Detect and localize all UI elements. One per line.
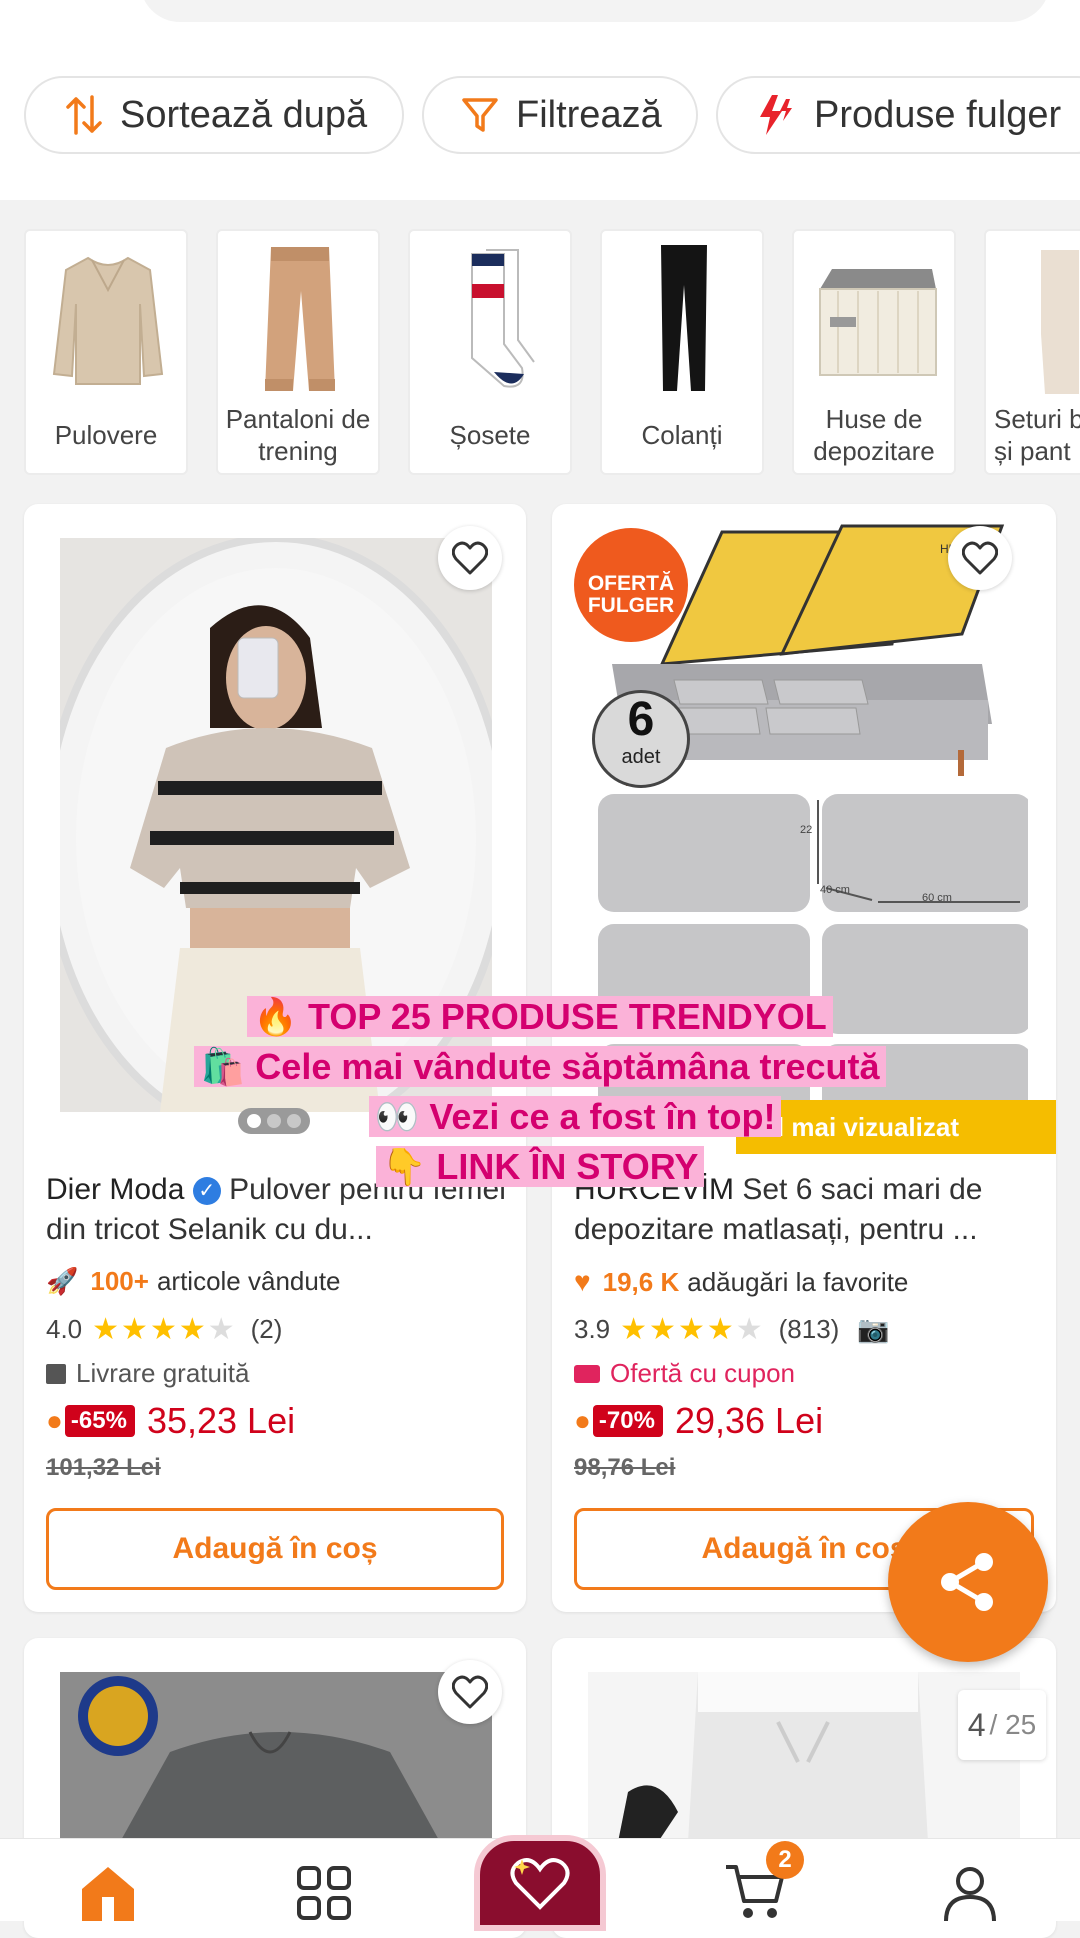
flash-label: Produse fulger: [814, 93, 1062, 136]
filter-label: Filtrează: [516, 93, 662, 136]
nav-cart[interactable]: 2: [724, 1841, 804, 1921]
dimension-label: 40 cm: [820, 884, 850, 896]
leggings-thumbnail: [612, 239, 756, 399]
star-empty-icon: ★: [207, 1313, 237, 1346]
category-seturi[interactable]: Seturi b și pant: [984, 229, 1080, 475]
favorite-button[interactable]: [948, 526, 1012, 590]
sort-label: Sortează după: [120, 93, 368, 136]
grid-icon: [297, 1866, 351, 1920]
sweater-thumbnail: [36, 239, 180, 399]
dimension-label: 22: [800, 824, 813, 836]
flame-icon: ●: [46, 1405, 63, 1436]
sort-button[interactable]: Sortează după: [24, 76, 404, 154]
nav-account[interactable]: [942, 1865, 998, 1922]
add-to-cart-button[interactable]: Adaugă în coș: [46, 1508, 504, 1590]
filter-button[interactable]: Filtrează: [422, 76, 698, 154]
sparkle-heart-icon: [510, 1858, 570, 1910]
box-icon: [46, 1363, 66, 1384]
favorite-button[interactable]: [438, 526, 502, 590]
dimension-label: 60 cm: [922, 892, 952, 904]
category-label: Seturi b și pant: [994, 404, 1080, 466]
coupon-icon: [574, 1364, 600, 1383]
heart-icon: [452, 1675, 488, 1709]
flame-icon: ●: [574, 1405, 591, 1436]
category-colanti[interactable]: Colanți: [600, 229, 764, 475]
home-icon: [82, 1867, 134, 1921]
category-label: Șosete: [449, 420, 531, 450]
filter-bar: Sortează după Filtrează Produse fulger: [0, 0, 1080, 200]
discount-badge: -70%: [592, 1405, 663, 1437]
old-price: 101,32 Lei: [46, 1454, 161, 1481]
rating[interactable]: 3.9 ★★★★ ★ (813) 📷: [574, 1312, 890, 1347]
rocket-icon: 🚀: [46, 1266, 79, 1296]
cart-count-badge: 2: [766, 1841, 804, 1879]
overlay-line-2: 🛍️ Cele mai vândute săptămâna trecută: [0, 1046, 1080, 1088]
category-huse-depozitare[interactable]: Huse de depozitare: [792, 229, 956, 475]
overlay-line-4: 👇 LINK ÎN STORY: [0, 1146, 1080, 1188]
heart-icon: [452, 541, 488, 575]
star-empty-icon: ★: [735, 1313, 765, 1346]
category-label: Pulovere: [54, 420, 158, 450]
category-label: Huse de depozitare: [813, 404, 935, 466]
heart-icon: [962, 541, 998, 575]
filter-funnel-icon: [460, 95, 500, 135]
category-sosete[interactable]: Șosete: [408, 229, 572, 475]
search-bar[interactable]: [140, 0, 1050, 22]
category-pulovere[interactable]: Pulovere: [24, 229, 188, 475]
category-pantaloni-trening[interactable]: Pantaloni de trening: [216, 229, 380, 475]
coupon-offer: Ofertă cu cupon: [574, 1358, 795, 1389]
lightning-icon: [754, 93, 798, 137]
sweatpants-thumbnail: [228, 239, 372, 399]
price: ● -65% 35,23 Lei: [46, 1400, 295, 1442]
discount-badge: -65%: [64, 1405, 135, 1437]
favorite-button[interactable]: [438, 1660, 502, 1724]
category-label: Colanți: [641, 420, 723, 450]
set-thumbnail: [996, 239, 1080, 399]
user-icon: [944, 1867, 996, 1922]
favorites-count: ♥ 19,6 K adăugări la favorite: [574, 1266, 909, 1297]
nav-categories[interactable]: [296, 1865, 352, 1921]
star-icon: ★★★★: [620, 1313, 736, 1346]
old-price: 98,76 Lei: [574, 1454, 676, 1481]
heart-filled-icon: ♥: [574, 1266, 591, 1297]
current-price: 29,36 Lei: [674, 1400, 824, 1441]
camera-icon: 📷: [857, 1314, 890, 1344]
flash-products-button[interactable]: Produse fulger: [716, 76, 1080, 154]
current-price: 35,23 Lei: [146, 1400, 296, 1441]
bottom-navigation: 2: [0, 1835, 1080, 1931]
socks-thumbnail: [420, 239, 564, 399]
star-icon: ★★★★: [92, 1313, 208, 1346]
sort-arrows-icon: [64, 93, 104, 137]
share-button[interactable]: [888, 1502, 1048, 1662]
category-label: Pantaloni de trening: [225, 404, 371, 466]
sold-count: 🚀 100+ articole vândute: [46, 1266, 341, 1296]
rating[interactable]: 4.0 ★★★★ ★ (2): [46, 1312, 282, 1347]
flash-offer-badge: OFERTĂ FULGER: [574, 528, 688, 642]
price: ● -70% 29,36 Lei: [574, 1400, 823, 1442]
product-image[interactable]: [588, 1672, 1020, 1842]
nav-favorites[interactable]: [474, 1835, 606, 1931]
nav-home[interactable]: [78, 1859, 138, 1921]
count-badge: 6 adet: [592, 690, 690, 788]
overlay-line-1: 🔥 TOP 25 PRODUSE TRENDYOL: [0, 996, 1080, 1038]
storage-box-thumbnail: [804, 239, 948, 399]
page-counter: 4/ 25: [958, 1690, 1046, 1760]
overlay-line-3: 👀 Vezi ce a fost în top!: [0, 1096, 1080, 1138]
product-image[interactable]: [60, 1672, 492, 1842]
free-shipping: Livrare gratuită: [46, 1358, 249, 1389]
share-icon: [941, 1553, 993, 1611]
